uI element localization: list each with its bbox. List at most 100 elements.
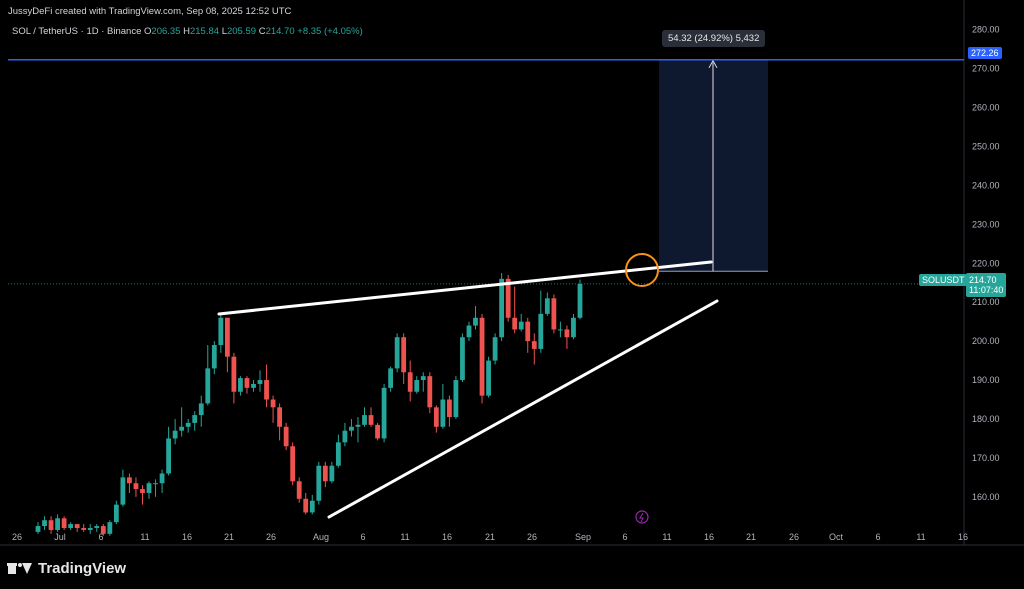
candle-body[interactable] bbox=[362, 415, 367, 425]
time-tick-label: 11 bbox=[400, 532, 409, 542]
candle-body[interactable] bbox=[453, 380, 459, 418]
candle-body[interactable] bbox=[479, 317, 485, 396]
candle-body[interactable] bbox=[179, 426, 185, 431]
candle-body[interactable] bbox=[192, 415, 198, 423]
candle-body[interactable] bbox=[531, 341, 537, 349]
candle-body[interactable] bbox=[218, 317, 224, 346]
candle-body[interactable] bbox=[401, 337, 407, 373]
candle-body[interactable] bbox=[185, 422, 191, 427]
candle-body[interactable] bbox=[61, 518, 67, 528]
close-value: 214.70 bbox=[265, 26, 295, 37]
candle-body[interactable] bbox=[264, 380, 269, 400]
time-tick-label: Sep bbox=[575, 532, 591, 542]
candle-body[interactable] bbox=[74, 524, 80, 528]
candle-body[interactable] bbox=[198, 403, 204, 416]
candle-body[interactable] bbox=[427, 376, 433, 408]
candle-body[interactable] bbox=[159, 473, 165, 484]
upper-trendline[interactable] bbox=[217, 260, 713, 316]
candle-body[interactable] bbox=[486, 360, 491, 396]
candle-body[interactable] bbox=[231, 356, 237, 392]
candle-body[interactable] bbox=[349, 426, 354, 431]
candle-body[interactable] bbox=[127, 477, 132, 484]
candle-body[interactable] bbox=[558, 329, 563, 331]
candle-body[interactable] bbox=[433, 407, 439, 427]
tradingview-brand[interactable]: TradingView bbox=[7, 560, 127, 577]
candle-body[interactable] bbox=[296, 481, 302, 499]
candle-body[interactable] bbox=[244, 378, 250, 388]
time-tick-label: Oct bbox=[829, 532, 844, 542]
candle-body[interactable] bbox=[446, 399, 452, 418]
candle-body[interactable] bbox=[283, 426, 289, 447]
candle-body[interactable] bbox=[368, 415, 374, 425]
candle-body[interactable] bbox=[499, 278, 505, 338]
candle-body[interactable] bbox=[544, 298, 550, 314]
candle-body[interactable] bbox=[48, 520, 54, 530]
candle-body[interactable] bbox=[251, 383, 256, 388]
time-tick-label: 26 bbox=[527, 532, 537, 542]
candle-body[interactable] bbox=[322, 465, 328, 482]
candle-body[interactable] bbox=[355, 424, 361, 427]
candle-body[interactable] bbox=[538, 313, 544, 349]
candle-body[interactable] bbox=[166, 438, 171, 474]
candle-body[interactable] bbox=[113, 504, 119, 523]
candle-body[interactable] bbox=[205, 368, 211, 404]
candle-body[interactable] bbox=[473, 317, 478, 326]
brand-name: TradingView bbox=[38, 560, 127, 577]
candle-body[interactable] bbox=[329, 465, 335, 482]
candle-body[interactable] bbox=[420, 376, 426, 381]
candle-body[interactable] bbox=[407, 372, 413, 392]
candle-body[interactable] bbox=[153, 483, 158, 485]
candle-body[interactable] bbox=[303, 498, 309, 513]
candle-body[interactable] bbox=[140, 489, 145, 493]
candle-body[interactable] bbox=[512, 317, 518, 330]
candle-body[interactable] bbox=[270, 399, 276, 408]
candle-body[interactable] bbox=[309, 500, 315, 513]
candle-body[interactable] bbox=[440, 399, 446, 427]
candle-body[interactable] bbox=[518, 321, 524, 330]
candle-body[interactable] bbox=[394, 337, 400, 369]
lower-trendline[interactable] bbox=[327, 299, 719, 519]
candle-body[interactable] bbox=[342, 430, 348, 443]
candle-body[interactable] bbox=[571, 317, 576, 338]
candle-body[interactable] bbox=[42, 520, 47, 527]
measure-tooltip: 54.32 (24.92%) 5,432 bbox=[662, 30, 766, 47]
candle-body[interactable] bbox=[290, 446, 296, 482]
candle-body[interactable] bbox=[460, 337, 465, 381]
candle-body[interactable] bbox=[238, 378, 243, 392]
candle-body[interactable] bbox=[146, 483, 152, 493]
candle-body[interactable] bbox=[68, 524, 74, 528]
candle-body[interactable] bbox=[577, 283, 583, 318]
candle-body[interactable] bbox=[120, 477, 126, 505]
candle-body[interactable] bbox=[381, 387, 387, 439]
price-tick-label: 190.00 bbox=[972, 375, 1000, 385]
candle-body[interactable] bbox=[94, 526, 100, 528]
candle-body[interactable] bbox=[133, 483, 139, 490]
candle-body[interactable] bbox=[257, 380, 263, 384]
candle-body[interactable] bbox=[211, 345, 217, 369]
candle-body[interactable] bbox=[375, 424, 380, 439]
candle-body[interactable] bbox=[224, 317, 230, 357]
price-tick-label: 240.00 bbox=[972, 180, 1000, 190]
last-price-value: 214.70 bbox=[969, 275, 997, 285]
candle-body[interactable] bbox=[492, 337, 498, 361]
candle-body[interactable] bbox=[87, 528, 93, 530]
candle-body[interactable] bbox=[316, 465, 322, 501]
candle-body[interactable] bbox=[35, 526, 41, 532]
candle-body[interactable] bbox=[107, 522, 113, 534]
candle-body[interactable] bbox=[335, 442, 341, 466]
candle-body[interactable] bbox=[414, 380, 420, 392]
candle-body[interactable] bbox=[466, 325, 472, 338]
candle-body[interactable] bbox=[388, 368, 394, 388]
event-marker-icon[interactable] bbox=[635, 510, 649, 524]
candle-body[interactable] bbox=[564, 329, 570, 338]
candle-body[interactable] bbox=[81, 528, 87, 530]
candle-body[interactable] bbox=[277, 407, 283, 427]
time-tick-label: Aug bbox=[313, 532, 329, 542]
candle-body[interactable] bbox=[172, 430, 178, 439]
candle-body[interactable] bbox=[551, 298, 557, 330]
symbol-title[interactable]: SOL / TetherUS · 1D · Binance bbox=[12, 26, 141, 37]
candle-body[interactable] bbox=[55, 518, 60, 530]
candle-body[interactable] bbox=[525, 321, 531, 342]
price-chart[interactable]: 280.00 270.00 260.00 250.00 240.00 230.00 220.… bbox=[0, 0, 1024, 589]
candle-body[interactable] bbox=[100, 526, 106, 534]
